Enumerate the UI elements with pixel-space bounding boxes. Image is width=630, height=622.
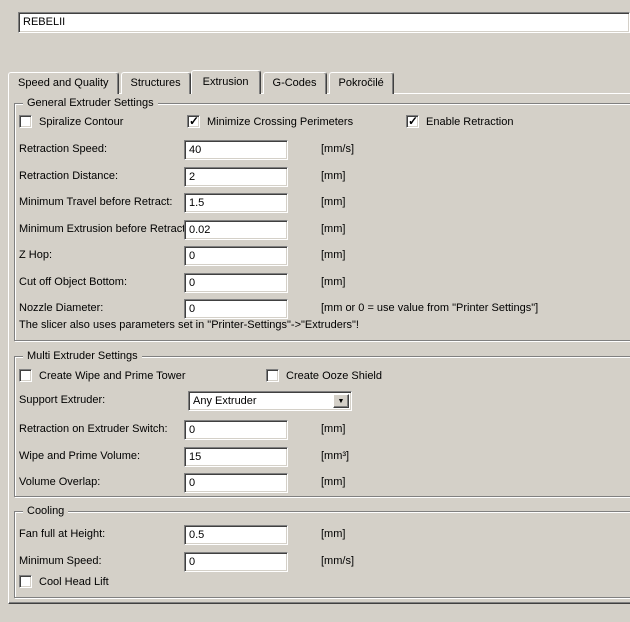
dropdown-selected-value: Any Extruder [193,395,257,407]
field-row: Nozzle Diameter: 0 [mm or 0 = use value … [19,299,629,319]
wipe-and-prime-volume-input[interactable]: 15 [184,447,288,467]
cooling-group: Cooling Fan full at Height: 0.5 [mm] Min… [14,511,630,598]
field-row: Fan full at Height: 0.5 [mm] [19,525,629,545]
nozzle-diameter-input[interactable]: 0 [184,299,288,319]
field-row: Volume Overlap: 0 [mm] [19,473,629,493]
field-row: Minimum Extrusion before Retract: 0.02 [… [19,220,629,240]
group-title: Cooling [23,505,68,517]
field-row: Z Hop: 0 [mm] [19,246,629,266]
support-extruder-dropdown[interactable]: Any Extruder ▼ [188,391,352,411]
cut-off-object-bottom-input[interactable]: 0 [184,273,288,293]
field-row: Retraction on Extruder Switch: 0 [mm] [19,420,629,440]
group-title: Multi Extruder Settings [23,350,142,362]
checkbox-box: ✓ [406,115,419,128]
check-icon: ✓ [408,114,418,128]
slicer-settings-window: REBELII Speed and Quality Structures Ext… [0,0,630,622]
volume-overlap-input[interactable]: 0 [184,473,288,493]
z-hop-input[interactable]: 0 [184,246,288,266]
group-title: General Extruder Settings [23,97,158,109]
profile-name-input[interactable]: REBELII [18,12,630,33]
field-row: Wipe and Prime Volume: 15 [mm³] [19,447,629,467]
profile-name-value: REBELII [23,16,65,28]
field-row: Retraction Distance: 2 [mm] [19,167,629,187]
cool-head-lift-checkbox[interactable]: Cool Head Lift [19,575,159,589]
minimum-speed-input[interactable]: 0 [184,552,288,572]
checkbox-box [19,369,32,382]
checkbox-box [19,115,32,128]
chevron-down-icon: ▼ [334,395,348,408]
tab-pokrocile[interactable]: Pokročilé [329,72,394,94]
spiralize-contour-checkbox[interactable]: Spiralize Contour [19,115,179,129]
slicer-parameters-note: The slicer also uses parameters set in "… [19,319,359,331]
minimize-crossing-perimeters-checkbox[interactable]: ✓ Minimize Crossing Perimeters [187,115,397,129]
multi-extruder-settings-group: Multi Extruder Settings Create Wipe and … [14,356,630,497]
field-row: Cut off Object Bottom: 0 [mm] [19,273,629,293]
create-ooze-shield-checkbox[interactable]: Create Ooze Shield [266,369,446,383]
tab-speed-and-quality[interactable]: Speed and Quality [8,72,119,94]
field-row: Minimum Travel before Retract: 1.5 [mm] [19,193,629,213]
checkbox-box [19,575,32,588]
fan-full-at-height-input[interactable]: 0.5 [184,525,288,545]
retraction-speed-input[interactable]: 40 [184,140,288,160]
tab-extrusion[interactable]: Extrusion [191,70,261,94]
checkbox-box [266,369,279,382]
check-icon: ✓ [189,114,199,128]
retraction-distance-input[interactable]: 2 [184,167,288,187]
tab-g-codes[interactable]: G-Codes [263,72,327,94]
dropdown-row: Support Extruder: Any Extruder ▼ [19,391,629,411]
enable-retraction-checkbox[interactable]: ✓ Enable Retraction [406,115,566,129]
dropdown-button[interactable]: ▼ [333,394,349,408]
field-row: Retraction Speed: 40 [mm/s] [19,140,629,160]
checkbox-box: ✓ [187,115,200,128]
retraction-on-extruder-switch-input[interactable]: 0 [184,420,288,440]
general-extruder-settings-group: General Extruder Settings Spiralize Cont… [14,103,630,341]
minimum-extrusion-before-retract-input[interactable]: 0.02 [184,220,288,240]
tab-structures[interactable]: Structures [121,72,191,94]
minimum-travel-before-retract-input[interactable]: 1.5 [184,193,288,213]
settings-tab-bar: Speed and Quality Structures Extrusion G… [8,70,396,94]
field-row: Minimum Speed: 0 [mm/s] [19,552,629,572]
create-wipe-and-prime-tower-checkbox[interactable]: Create Wipe and Prime Tower [19,369,239,383]
